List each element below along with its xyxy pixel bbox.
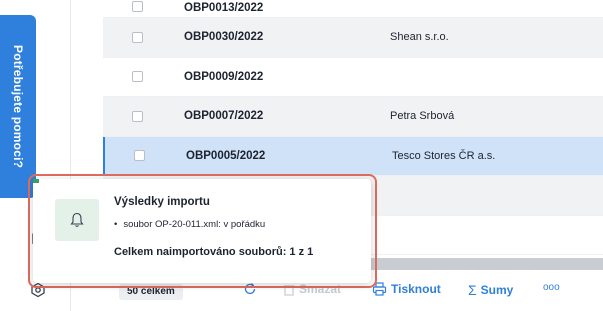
table-row[interactable]: OBP0009/2022	[103, 58, 603, 97]
print-label: Tisknout	[391, 282, 441, 296]
row-company: Shean s.r.o.	[390, 31, 449, 44]
toast-icon-box	[55, 199, 99, 241]
toast-bullet: soubor OP-20-011.xml: v pořádku	[114, 219, 265, 230]
table-row[interactable]: OBP0007/2022 Petra Srbová	[103, 97, 603, 137]
help-tab-label: Potřebujete pomoci?	[11, 44, 25, 169]
print-button[interactable]: Tisknout	[372, 282, 441, 296]
row-code: OBP0009/2022	[184, 70, 264, 83]
horizontal-scrollbar[interactable]	[370, 258, 603, 270]
row-checkbox[interactable]	[132, 110, 143, 122]
row-company: Petra Srbová	[390, 110, 455, 123]
row-checkbox[interactable]	[132, 71, 143, 83]
table-row-selected[interactable]: OBP0005/2022 Tesco Stores ČR a.s.	[103, 136, 603, 176]
toast-title: Výsledky importu	[114, 196, 210, 208]
row-code: OBP0005/2022	[186, 149, 266, 162]
row-checkbox[interactable]	[132, 31, 143, 43]
row-code: OBP0013/2022	[184, 2, 264, 14]
row-company: Tesco Stores ČR a.s.	[392, 149, 496, 162]
toast-total: Celkem naimportováno souborů: 1 z 1	[114, 246, 314, 258]
help-tab[interactable]: Potřebujete pomoci?	[0, 15, 36, 198]
sums-button[interactable]: Σ Sumy	[468, 282, 513, 298]
row-checkbox[interactable]	[132, 1, 143, 12]
more-label: ooo	[543, 282, 560, 293]
more-button[interactable]: ooo	[543, 282, 560, 293]
sums-label: Sumy	[480, 283, 514, 297]
row-code: OBP0030/2022	[184, 31, 264, 44]
toast-accent-bar	[33, 179, 39, 183]
import-result-toast[interactable]: Výsledky importu soubor OP-20-011.xml: v…	[33, 179, 371, 283]
bell-icon	[70, 212, 84, 227]
row-checkbox[interactable]	[134, 150, 145, 162]
table-row[interactable]: OBP0030/2022 Shean s.r.o.	[103, 18, 603, 58]
row-code: OBP0007/2022	[184, 110, 264, 123]
sigma-icon: Σ	[468, 282, 477, 298]
table-row[interactable]: OBP0013/2022	[103, 0, 603, 18]
